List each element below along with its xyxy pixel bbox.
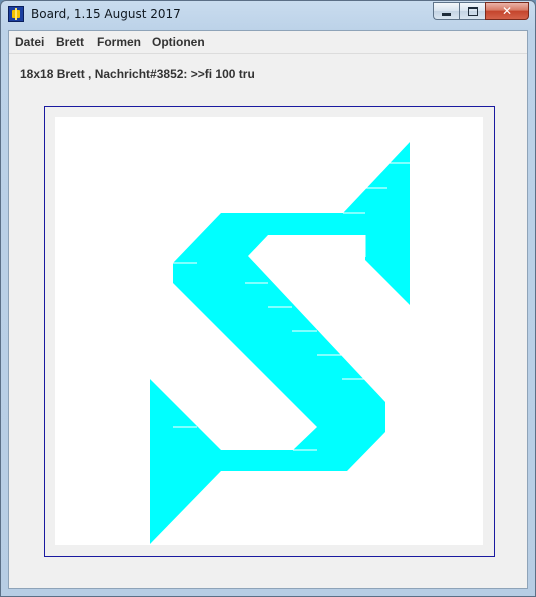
close-button[interactable]: ✕ (485, 2, 529, 20)
client-area: Datei Brett Formen Optionen 18x18 Brett … (8, 30, 528, 589)
minimize-button[interactable] (433, 2, 459, 20)
status-message: 18x18 Brett , Nachricht#3852: >>fi 100 t… (20, 67, 255, 81)
s-shape-with-arrowheads (150, 142, 410, 544)
menu-bar: Datei Brett Formen Optionen (9, 31, 527, 54)
board-canvas[interactable] (55, 117, 483, 545)
menu-formen[interactable]: Formen (97, 35, 141, 49)
board-frame (44, 106, 495, 557)
title-bar[interactable]: Board, 1.15 August 2017 ✕ (1, 1, 535, 29)
maximize-button[interactable] (459, 2, 485, 20)
maximize-icon (467, 6, 478, 16)
menu-optionen[interactable]: Optionen (152, 35, 205, 49)
menu-datei[interactable]: Datei (15, 35, 44, 49)
menu-brett[interactable]: Brett (56, 35, 84, 49)
window-title: Board, 1.15 August 2017 (31, 7, 181, 21)
close-icon: ✕ (501, 4, 513, 18)
minimize-icon (442, 12, 451, 16)
board-app-icon[interactable] (8, 6, 24, 22)
app-window: Board, 1.15 August 2017 ✕ Datei Brett Fo… (0, 0, 536, 597)
board-drawing (150, 142, 410, 544)
caption-buttons: ✕ (433, 2, 529, 20)
